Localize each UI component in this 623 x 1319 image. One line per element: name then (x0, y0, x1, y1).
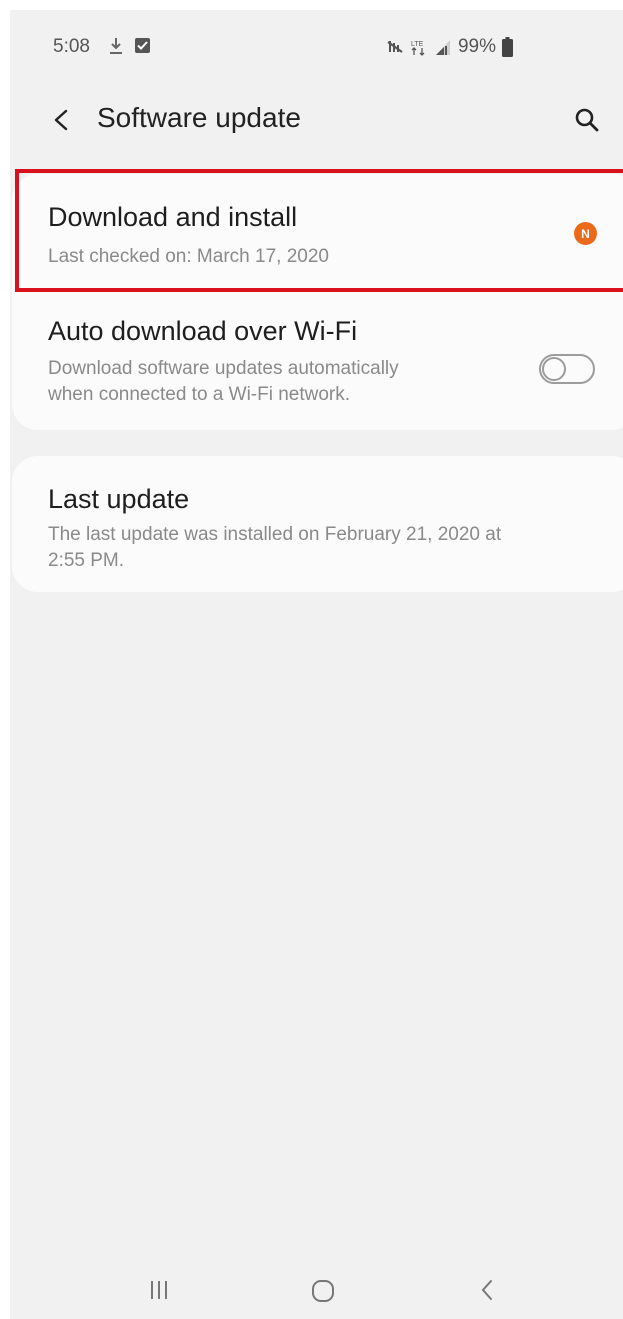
status-time: 5:08 (53, 36, 90, 57)
signal-icon (435, 40, 450, 55)
last-update-subtitle-line2: 2:55 PM. (48, 550, 125, 571)
auto-download-title: Auto download over Wi-Fi (48, 316, 358, 346)
battery-percent: 99% (457, 36, 496, 57)
svg-text:LTE: LTE (411, 41, 424, 48)
download-install-title: Download and install (48, 202, 298, 232)
mute-icon (387, 41, 403, 53)
download-install-subtitle: Last checked on: March 17, 2020 (48, 246, 329, 267)
back-nav-icon[interactable] (478, 1278, 496, 1302)
last-update-subtitle-line1: The last update was installed on Februar… (48, 524, 502, 545)
battery-icon (502, 37, 513, 57)
back-arrow-icon[interactable] (48, 104, 74, 136)
checkbox-notification-icon (135, 38, 150, 53)
status-bar: 5:08 LTE 99% (10, 10, 623, 80)
new-badge: N (574, 222, 597, 245)
toggle-knob (542, 357, 566, 381)
updates-card: Download and install Last checked on: Ma… (12, 174, 623, 430)
download-icon (110, 38, 122, 54)
navigation-bar (10, 1260, 623, 1319)
app-bar: Software update (10, 90, 623, 150)
home-icon[interactable] (310, 1278, 336, 1304)
phone-screen: 5:08 LTE 99% Software update Download an… (10, 10, 623, 1319)
status-right-group: LTE 99% (386, 36, 513, 58)
last-update-row[interactable]: Last update The last update was installe… (12, 456, 623, 592)
lte-icon: LTE (411, 41, 425, 56)
last-update-card: Last update The last update was installe… (12, 456, 623, 592)
auto-download-toggle[interactable] (539, 354, 595, 384)
auto-download-row[interactable]: Auto download over Wi-Fi Download softwa… (12, 292, 623, 430)
auto-download-subtitle-line1: Download software updates automatically (48, 358, 399, 379)
last-update-title: Last update (48, 484, 190, 514)
page-title: Software update (97, 102, 301, 133)
download-install-row[interactable]: Download and install Last checked on: Ma… (12, 174, 623, 292)
auto-download-subtitle-line2: when connected to a Wi-Fi network. (48, 384, 351, 405)
recent-apps-icon[interactable] (147, 1278, 171, 1302)
search-icon[interactable] (573, 106, 601, 134)
